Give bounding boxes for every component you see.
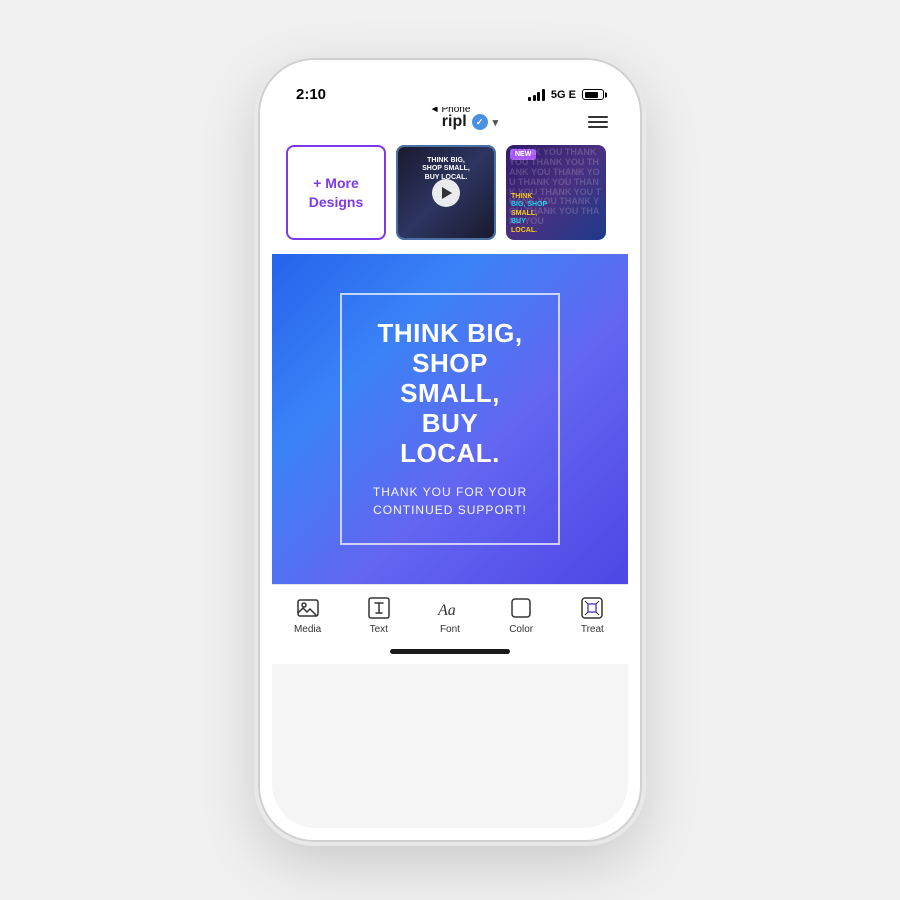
text-icon <box>366 595 392 621</box>
battery-icon <box>582 89 604 100</box>
design-preview: THINK BIG, SHOP SMALL, BUY LOCAL. THANK … <box>272 254 628 584</box>
design-main-text: THINK BIG, SHOP SMALL, BUY LOCAL. <box>372 319 528 468</box>
signal-bar-4 <box>542 89 545 101</box>
phone-screen: 2:10 5G E <box>272 72 628 828</box>
status-time: 2:10 <box>296 86 326 103</box>
more-designs-label: + MoreDesigns <box>309 174 363 210</box>
power-button <box>640 250 645 322</box>
thumbnail-2[interactable]: THINK BIG,SHOP SMALL,BUY LOCAL. <box>396 145 496 240</box>
bottom-toolbar: Media Text <box>272 584 628 643</box>
phone-frame: 2:10 5G E <box>260 60 640 840</box>
dropdown-arrow[interactable]: ▾ <box>493 116 499 129</box>
thumb-2-background: THINK BIG,SHOP SMALL,BUY LOCAL. <box>398 147 494 238</box>
signal-bar-3 <box>537 92 540 101</box>
play-icon <box>442 187 452 199</box>
tool-text[interactable]: Text <box>343 595 414 635</box>
battery-body <box>582 89 604 100</box>
design-sub-text: THANK YOU FOR YOUR CONTINUED SUPPORT! <box>372 483 528 519</box>
menu-line-3 <box>588 126 608 128</box>
thumbnails-row: + MoreDesigns THINK BIG,SHOP SMALL,BUY L… <box>272 141 628 254</box>
font-label: Font <box>440 624 460 635</box>
signal-icon <box>528 89 545 101</box>
font-icon: Aa <box>437 595 463 621</box>
tool-media[interactable]: Media <box>272 595 343 635</box>
thumbnail-3[interactable]: THANK YOU THANK YOU THANK YOU THANK YOU … <box>506 145 606 240</box>
design-border-box: THINK BIG, SHOP SMALL, BUY LOCAL. THANK … <box>340 293 560 544</box>
signal-bar-1 <box>528 97 531 101</box>
treat-label: Treat <box>581 624 604 635</box>
tool-color[interactable]: Color <box>486 595 557 635</box>
color-label: Color <box>509 624 533 635</box>
color-icon <box>508 595 534 621</box>
phone-mockup: 2:10 5G E <box>260 60 640 840</box>
media-icon <box>295 595 321 621</box>
media-label: Media <box>294 624 321 635</box>
content-area: THINK BIG, SHOP SMALL, BUY LOCAL. THANK … <box>272 254 628 828</box>
battery-fill <box>585 92 599 98</box>
status-icons: 5G E <box>528 89 604 101</box>
menu-line-1 <box>588 116 608 118</box>
signal-bar-2 <box>533 95 536 101</box>
menu-button[interactable] <box>588 116 608 128</box>
menu-line-2 <box>588 121 608 123</box>
thumb-3-text-overlay: THINK BIG, SHOP SMALL, BUY LOCAL. <box>511 193 601 235</box>
play-button[interactable] <box>432 179 460 207</box>
tool-treat[interactable]: Treat <box>557 595 628 635</box>
home-indicator-area <box>272 643 628 664</box>
more-designs-button[interactable]: + MoreDesigns <box>286 145 386 240</box>
tool-font[interactable]: Aa Font <box>414 595 485 635</box>
text-label: Text <box>370 624 388 635</box>
home-bar <box>390 649 510 654</box>
app-title: ripl ✓ ▾ <box>442 113 498 131</box>
network-label: 5G E <box>551 89 576 101</box>
verified-badge: ✓ <box>472 114 488 130</box>
app-name: ripl <box>442 113 467 131</box>
svg-text:Aa: Aa <box>437 602 456 619</box>
notch <box>375 72 525 102</box>
screen-content: 2:10 5G E <box>272 72 628 828</box>
treat-icon <box>579 595 605 621</box>
